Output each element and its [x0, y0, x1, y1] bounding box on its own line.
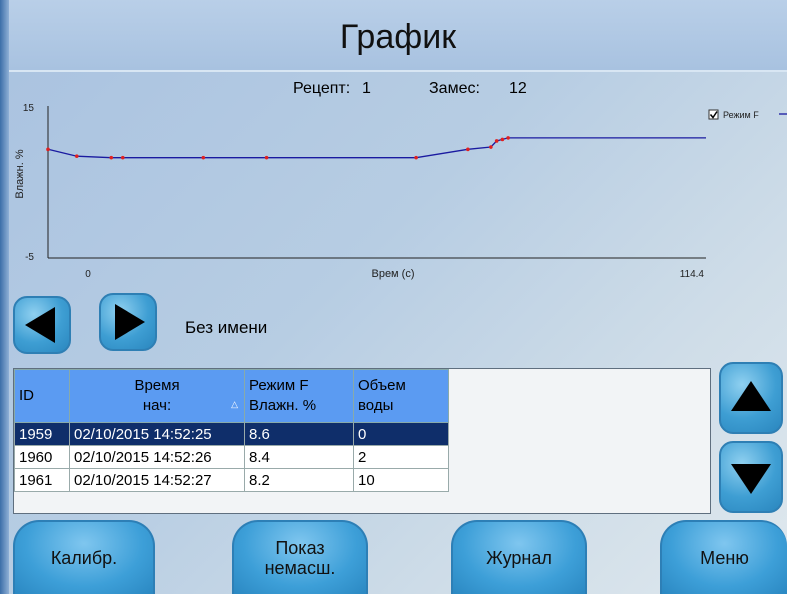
data-point [109, 155, 114, 160]
arrow-up-icon [731, 381, 771, 411]
scroll-down-button[interactable] [719, 441, 783, 513]
series-line [47, 137, 706, 159]
moisture-chart: 15 -5 0 114.4 Врем (с) Влажн. % Режим F [14, 103, 787, 280]
y-tick-label: -5 [25, 252, 34, 263]
show-unscaled-button[interactable]: Показ немасш. [232, 520, 368, 594]
calibrate-label: Калибр. [50, 548, 118, 568]
table-row[interactable]: 1959 02/10/2015 14:52:25 8.6 0 [14, 422, 449, 446]
x-tick-label: 0 [85, 269, 91, 280]
data-table: ID Время нач: △ Режим F Влажн. % Объем в… [13, 368, 711, 514]
column-header-volume[interactable]: Объем воды [353, 369, 449, 423]
cell-mode: 8.6 [244, 422, 354, 446]
scroll-up-button[interactable] [719, 362, 783, 434]
next-button[interactable] [99, 293, 157, 351]
data-point [466, 147, 470, 152]
data-point [489, 145, 493, 149]
cell-mode: 8.4 [244, 445, 354, 469]
data-point [46, 147, 50, 152]
prev-button[interactable] [13, 296, 71, 354]
legend-label: Режим F [723, 110, 759, 120]
cell-volume: 2 [353, 445, 449, 469]
arrow-down-icon [731, 464, 771, 494]
cell-mode: 8.2 [244, 468, 354, 492]
data-point [500, 137, 505, 142]
journal-label: Журнал [486, 548, 552, 568]
record-name-label: Без имени [185, 318, 268, 337]
left-edge-strip [0, 0, 9, 594]
sort-icon: △ [231, 399, 238, 409]
y-tick-label: 15 [23, 103, 35, 114]
calibrate-button[interactable]: Калибр. [13, 520, 155, 594]
cell-id: 1960 [14, 445, 70, 469]
cell-volume: 0 [353, 422, 449, 446]
y-axis-title: Влажн. % [14, 149, 26, 198]
cell-volume: 10 [353, 468, 449, 492]
cell-id: 1959 [14, 422, 70, 446]
table-header-row: ID Время нач: △ Режим F Влажн. % Объем в… [14, 369, 449, 423]
data-point [201, 155, 206, 160]
arrow-right-icon [115, 304, 145, 340]
data-point [74, 154, 79, 158]
cell-time: 02/10/2015 14:52:27 [69, 468, 245, 492]
column-header-id[interactable]: ID [14, 369, 70, 423]
data-point [264, 155, 269, 160]
arrow-left-icon [25, 307, 55, 343]
x-tick-label: 114.4 [680, 269, 705, 280]
menu-button[interactable]: Меню [660, 520, 787, 594]
data-point [414, 155, 418, 160]
data-point [120, 155, 125, 160]
cell-time: 02/10/2015 14:52:26 [69, 445, 245, 469]
show-unscaled-label: Показ немасш. [264, 538, 336, 578]
title-bar: График [9, 0, 787, 72]
page-title: График [339, 18, 457, 56]
column-header-mode[interactable]: Режим F Влажн. % [244, 369, 354, 423]
cell-id: 1961 [14, 468, 70, 492]
journal-button[interactable]: Журнал [451, 520, 587, 594]
table-row[interactable]: 1960 02/10/2015 14:52:26 8.4 2 [14, 445, 449, 469]
x-axis-title: Врем (с) [371, 268, 414, 280]
column-header-time[interactable]: Время нач: △ [69, 369, 245, 423]
data-point [506, 136, 510, 140]
cell-time: 02/10/2015 14:52:25 [69, 422, 245, 446]
data-point [494, 139, 499, 143]
menu-label: Меню [700, 548, 749, 568]
table-row[interactable]: 1961 02/10/2015 14:52:27 8.2 10 [14, 468, 449, 492]
